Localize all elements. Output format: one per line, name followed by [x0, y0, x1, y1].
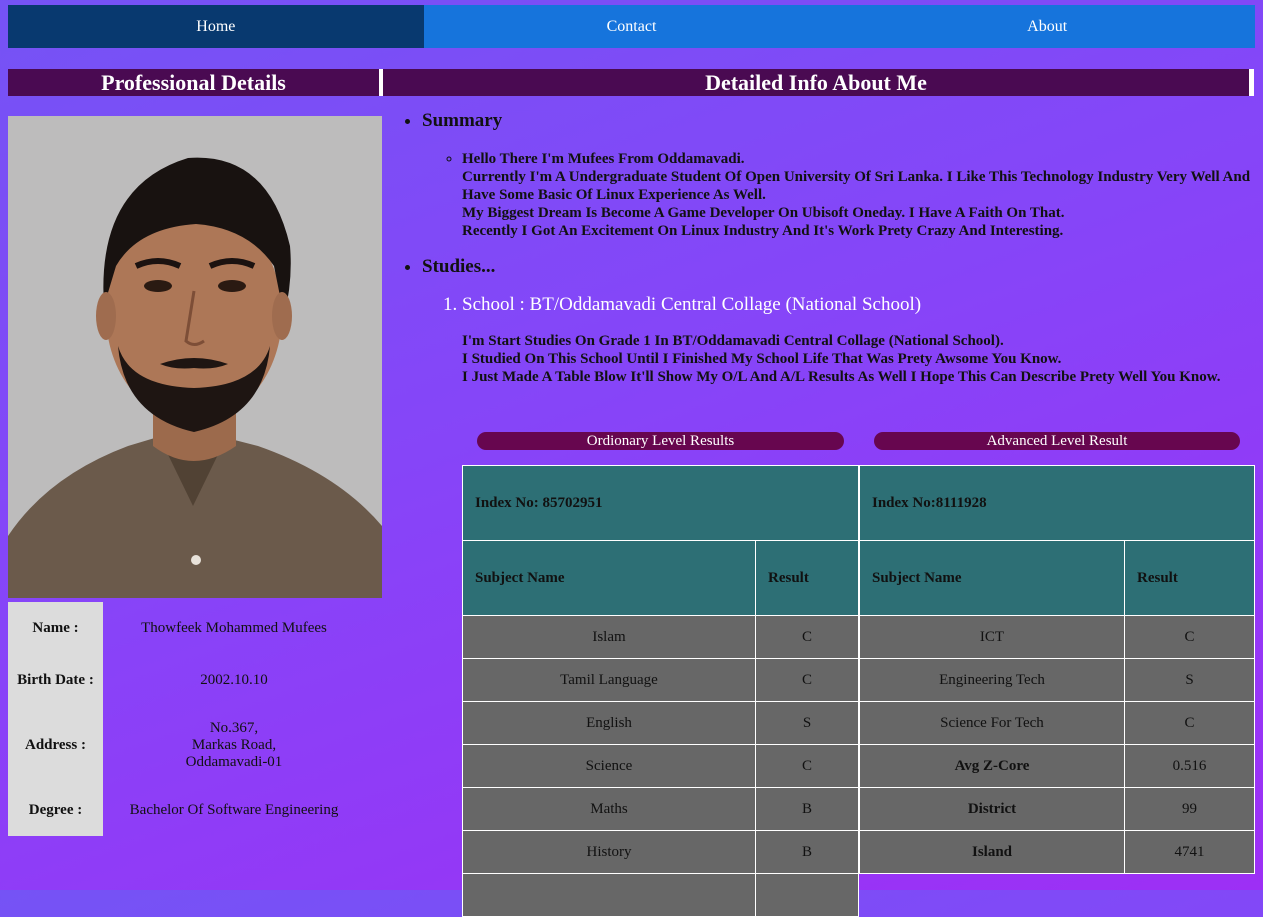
nav-contact-link[interactable]: Contact: [423, 5, 840, 48]
table-row: English S: [462, 701, 859, 745]
subject-cell: Islam: [462, 615, 756, 659]
personal-info-table: Name : Thowfeek Mohammed Mufees Birth Da…: [8, 602, 365, 836]
name-label: Name :: [8, 602, 103, 654]
ol-subject-header: Subject Name: [462, 540, 756, 616]
studies-list: School : BT/Oddamavadi Central Collage (…: [422, 294, 1255, 386]
table-row: Islam C: [462, 615, 859, 659]
summary-label-cell: District: [859, 787, 1125, 831]
info-list: Summary Hello There I'm Mufees From Odda…: [383, 110, 1255, 386]
summary-text: Hello There I'm Mufees From Oddamavadi. …: [462, 150, 1255, 240]
ol-header-row: Subject Name Result: [462, 540, 859, 616]
nav-home-link[interactable]: Home: [8, 5, 424, 48]
summary-list: Hello There I'm Mufees From Oddamavadi. …: [422, 150, 1255, 240]
result-cell: C: [755, 744, 859, 788]
school-item: School : BT/Oddamavadi Central Collage (…: [462, 294, 1255, 386]
address-value: No.367, Markas Road, Oddamavadi-01: [103, 706, 365, 784]
address-label: Address :: [8, 706, 103, 784]
ol-index-row: Index No: 85702951: [462, 465, 859, 541]
subject-cell: Tamil Language: [462, 658, 756, 702]
result-cell: C: [1124, 615, 1255, 659]
address-line: No.367,: [209, 719, 259, 736]
degree-label: Degree :: [8, 784, 103, 836]
info-row-address: Address : No.367, Markas Road, Oddamavad…: [8, 706, 365, 784]
info-row-birth-date: Birth Date : 2002.10.10: [8, 654, 365, 706]
summary-item: Summary Hello There I'm Mufees From Odda…: [422, 110, 1255, 240]
result-cell: S: [755, 701, 859, 745]
result-cell: B: [755, 787, 859, 831]
school-line: I Studied On This School Until I Finishe…: [462, 351, 1062, 367]
result-headings: Ordionary Level Results Advanced Level R…: [477, 432, 1241, 450]
subject-cell: Science: [462, 744, 756, 788]
ol-results-pill: Ordionary Level Results: [477, 432, 844, 450]
subject-cell: ICT: [859, 615, 1125, 659]
top-navigation: Home Contact About: [8, 5, 1256, 48]
al-results-table: Index No:8111928 Subject Name Result ICT…: [859, 465, 1255, 874]
summary-line: Recently I Got An Excitement On Linux In…: [462, 223, 1064, 239]
table-row: Engineering Tech S: [859, 658, 1255, 702]
table-row: Avg Z-Core 0.516: [859, 744, 1255, 788]
summary-title: Summary: [422, 110, 503, 131]
subject-cell: [462, 873, 756, 917]
summary-line: My Biggest Dream Is Become A Game Develo…: [462, 205, 1065, 221]
table-row: District 99: [859, 787, 1255, 831]
school-title: School : BT/Oddamavadi Central Collage (…: [462, 294, 922, 315]
al-subject-header: Subject Name: [859, 540, 1125, 616]
summary-line: Hello There I'm Mufees From Oddamavadi.: [462, 151, 745, 167]
table-row: [462, 873, 859, 917]
subject-cell: Engineering Tech: [859, 658, 1125, 702]
address-line: Markas Road,: [191, 736, 277, 753]
subject-cell: English: [462, 701, 756, 745]
summary-value-cell: 4741: [1124, 830, 1255, 874]
result-cell: C: [755, 658, 859, 702]
school-line: I'm Start Studies On Grade 1 In BT/Oddam…: [462, 333, 1004, 349]
summary-value-cell: 99: [1124, 787, 1255, 831]
result-cell: C: [1124, 701, 1255, 745]
ol-result-header: Result: [755, 540, 859, 616]
al-result-header: Result: [1124, 540, 1255, 616]
table-row: Science For Tech C: [859, 701, 1255, 745]
al-index: Index No:8111928: [859, 465, 1255, 541]
degree-value: Bachelor Of Software Engineering: [129, 801, 339, 818]
school-line: I Just Made A Table Blow It'll Show My O…: [462, 369, 1221, 385]
birth-date-value: 2002.10.10: [200, 671, 268, 688]
result-cell: C: [755, 615, 859, 659]
summary-label-cell: Island: [859, 830, 1125, 874]
table-row: Tamil Language C: [462, 658, 859, 702]
nav-about-link[interactable]: About: [839, 5, 1256, 48]
summary-line: Currently I'm A Undergraduate Student Of…: [462, 169, 1251, 203]
al-header-row: Subject Name Result: [859, 540, 1255, 616]
name-value: Thowfeek Mohammed Mufees: [141, 619, 327, 636]
subject-cell: Science For Tech: [859, 701, 1125, 745]
summary-value-cell: 0.516: [1124, 744, 1255, 788]
profile-photo: [8, 116, 382, 598]
table-row: Island 4741: [859, 830, 1255, 874]
table-row: Maths B: [462, 787, 859, 831]
result-cell: [755, 873, 859, 917]
school-description: I'm Start Studies On Grade 1 In BT/Oddam…: [462, 332, 1255, 386]
professional-details-heading: Professional Details: [8, 69, 383, 96]
studies-item: Studies... School : BT/Oddamavadi Centra…: [422, 256, 1255, 386]
result-cell: S: [1124, 658, 1255, 702]
table-row: ICT C: [859, 615, 1255, 659]
address-line: Oddamavadi-01: [185, 753, 283, 770]
ol-results-table: Index No: 85702951 Subject Name Result I…: [462, 465, 859, 917]
detailed-info-heading: Detailed Info About Me: [383, 69, 1254, 96]
subject-cell: History: [462, 830, 756, 874]
subject-cell: Maths: [462, 787, 756, 831]
birth-date-label: Birth Date :: [8, 654, 103, 706]
al-index-row: Index No:8111928: [859, 465, 1255, 541]
detailed-info-section: Summary Hello There I'm Mufees From Odda…: [383, 110, 1255, 386]
info-row-degree: Degree : Bachelor Of Software Engineerin…: [8, 784, 365, 836]
studies-title: Studies...: [422, 256, 496, 277]
ol-index: Index No: 85702951: [462, 465, 859, 541]
table-row: Science C: [462, 744, 859, 788]
result-cell: B: [755, 830, 859, 874]
summary-label-cell: Avg Z-Core: [859, 744, 1125, 788]
al-results-pill: Advanced Level Result: [874, 432, 1240, 450]
table-row: History B: [462, 830, 859, 874]
info-row-name: Name : Thowfeek Mohammed Mufees: [8, 602, 365, 654]
profile-photo-image: [8, 116, 382, 598]
